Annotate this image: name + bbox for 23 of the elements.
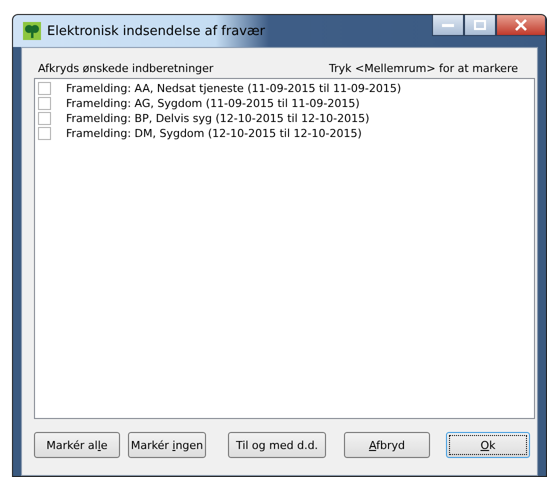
dialog-button[interactable]: Ok — [446, 432, 530, 458]
window-title: Elektronisk indsendelse af fravær — [47, 24, 265, 38]
dialog-button[interactable]: Til og med d.d. — [228, 432, 326, 458]
minimize-icon — [442, 24, 454, 26]
dialog-button[interactable]: Markér alle — [34, 432, 120, 458]
list-item[interactable]: Framelding: DM, Sygdom (12-10-2015 til 12-10-2015) — [66, 127, 362, 140]
checkbox[interactable] — [38, 82, 51, 95]
checkbox[interactable] — [38, 127, 51, 140]
checkbox[interactable] — [38, 97, 51, 110]
checkbox[interactable] — [38, 112, 51, 125]
app-logo-icon — [23, 22, 41, 40]
dialog-button[interactable]: Markér ingen — [128, 432, 206, 458]
minimize-button[interactable] — [432, 15, 464, 36]
maximize-button[interactable] — [464, 15, 496, 36]
instruction-label: Afkryds ønskede indberetninger — [38, 62, 214, 75]
close-button[interactable] — [496, 15, 546, 36]
close-icon — [515, 19, 527, 31]
maximize-icon — [474, 20, 486, 30]
dialog-button[interactable]: Afbryd — [344, 432, 430, 458]
list-item[interactable]: Framelding: AG, Sygdom (11-09-2015 til 11-09-2015) — [66, 97, 360, 110]
list-item[interactable]: Framelding: AA, Nedsat tjeneste (11-09-2015 til 11-09-2015) — [66, 82, 402, 95]
list-item[interactable]: Framelding: BP, Delvis syg (12-10-2015 til 12-10-2015) — [66, 112, 370, 125]
hint-label: Tryk <Mellemrum> for at markere — [329, 62, 518, 75]
